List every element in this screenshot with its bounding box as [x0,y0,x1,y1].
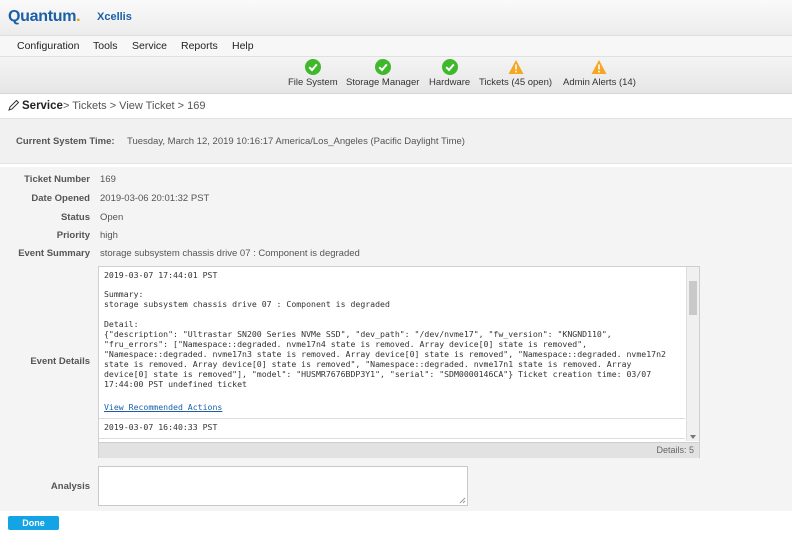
status-hardware[interactable]: Hardware [429,59,470,88]
event-body: Summary: storage subsystem chassis drive… [104,289,666,389]
system-time-label: Current System Time: [16,136,115,147]
event-summary-value: storage subsystem chassis drive 07 : Com… [100,248,360,259]
details-footer: Details: 5 [99,442,699,458]
priority-value: high [100,230,118,241]
breadcrumb: Service> Tickets > View Ticket > 169 [8,99,206,112]
status-label: Status [60,212,90,223]
menu-bar: Configuration Tools Service Reports Help [0,36,792,57]
ticket-number-value: 169 [100,174,116,185]
event-timestamp: 2019-03-07 17:44:01 PST [104,270,218,280]
view-recommended-actions-link[interactable]: View Recommended Actions [104,402,222,412]
event-details-log[interactable]: 2019-03-07 17:44:01 PST Summary: storage … [99,267,685,441]
event-entry: 2019-03-07 16:40:33 PST [99,419,685,439]
date-opened-value: 2019-03-06 20:01:32 PST [100,193,210,204]
analysis-textarea[interactable] [98,466,468,506]
quantum-logo: Quantum. [8,8,81,25]
status-storage-manager[interactable]: Storage Manager [346,59,419,88]
breadcrumb-service[interactable]: Service [22,100,63,112]
priority-label: Priority [56,230,90,241]
resize-grip-icon[interactable] [459,497,466,504]
menu-reports[interactable]: Reports [181,40,218,52]
menu-configuration[interactable]: Configuration [17,40,79,52]
breadcrumb-path[interactable]: > Tickets > View Ticket > 169 [63,100,206,112]
status-file-system[interactable]: File System [288,59,338,88]
event-details-scrollbar[interactable] [686,267,699,441]
ticket-number-label: Ticket Number [24,174,90,185]
status-admin-alerts[interactable]: Admin Alerts (14) [563,59,636,88]
scroll-down-arrow-icon[interactable] [690,435,696,439]
event-details-label: Event Details [30,356,90,367]
menu-help[interactable]: Help [232,40,254,52]
warning-icon [508,60,524,74]
menu-service[interactable]: Service [132,40,167,52]
status-value: Open [100,212,124,223]
menu-tools[interactable]: Tools [93,40,118,52]
date-opened-label: Date Opened [31,193,90,204]
system-time-panel: Current System Time: Tuesday, March 12, … [0,118,792,164]
product-name: Xcellis [97,11,132,23]
event-timestamp: 2019-03-07 16:40:33 PST [104,422,218,432]
ok-check-icon [374,59,391,75]
details-count: Details: 5 [656,445,694,455]
ticket-form: Ticket Number 169 Date Opened 2019-03-06… [0,167,792,511]
done-button[interactable]: Done [8,516,59,530]
status-bar: File System Storage Manager Hardware Tic… [0,57,792,94]
ok-check-icon [304,59,321,75]
event-summary-label: Event Summary [18,248,90,259]
ok-check-icon [441,59,458,75]
event-details-box[interactable]: 2019-03-07 17:44:01 PST Summary: storage … [98,266,700,458]
warning-icon [591,60,607,74]
pencil-icon [8,99,20,111]
scrollbar-thumb[interactable] [689,281,697,315]
system-time-value: Tuesday, March 12, 2019 10:16:17 America… [127,136,465,147]
app-header: Quantum. Xcellis [0,0,792,36]
event-entry: 2019-03-07 17:44:01 PST Summary: storage … [99,267,685,419]
status-tickets[interactable]: Tickets (45 open) [479,59,552,88]
analysis-label: Analysis [50,481,90,492]
